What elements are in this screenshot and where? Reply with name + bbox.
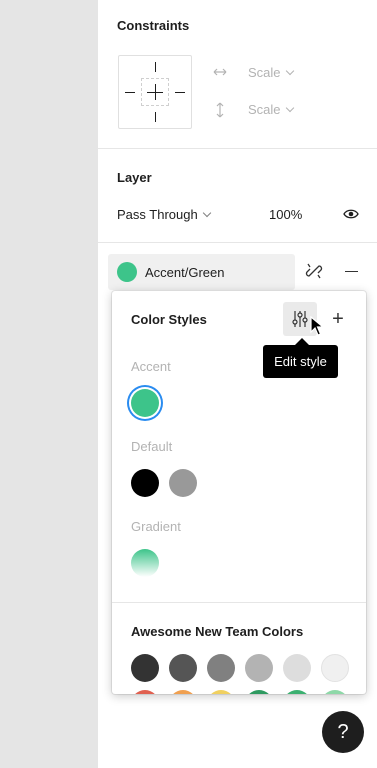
constraint-center-v[interactable]	[155, 84, 156, 100]
vertical-arrows-icon	[216, 102, 224, 118]
color-style-accent-green[interactable]	[131, 389, 159, 417]
divider	[98, 242, 377, 243]
sliders-icon	[292, 311, 308, 327]
horizontal-arrows-icon	[213, 68, 227, 76]
horizontal-constraint-select[interactable]: Scale	[248, 65, 294, 80]
group-label-accent: Accent	[131, 359, 171, 374]
constraint-top-handle[interactable]	[155, 62, 156, 72]
group-label-default: Default	[131, 439, 173, 454]
edit-style-tooltip: Edit style	[263, 345, 338, 378]
fill-style-row[interactable]: Accent/Green	[108, 254, 295, 290]
eye-icon[interactable]	[343, 208, 359, 220]
help-button[interactable]: ?	[322, 711, 364, 753]
detach-link-icon[interactable]	[305, 262, 323, 280]
chevron-down-icon	[285, 66, 294, 76]
color-style-black[interactable]	[131, 469, 159, 497]
group-label-gradient: Gradient	[131, 519, 181, 534]
vertical-constraint-value: Scale	[248, 102, 281, 117]
canvas-area[interactable]	[0, 0, 98, 768]
team-color-swatch[interactable]	[283, 690, 311, 694]
fill-style-name: Accent/Green	[145, 265, 225, 280]
fill-style-swatch	[117, 262, 137, 282]
team-color-swatch[interactable]	[169, 690, 197, 694]
team-color-swatch[interactable]	[131, 654, 159, 682]
team-color-swatch[interactable]	[283, 654, 311, 682]
mouse-cursor-icon	[310, 316, 324, 336]
team-color-swatch[interactable]	[169, 654, 197, 682]
team-color-swatch[interactable]	[207, 690, 235, 694]
team-color-swatch[interactable]	[245, 690, 273, 694]
team-color-swatch[interactable]	[321, 690, 349, 694]
blend-mode-select[interactable]: Pass Through	[117, 207, 211, 222]
constraints-title: Constraints	[117, 18, 190, 33]
color-styles-title: Color Styles	[131, 312, 207, 327]
team-library-title: Awesome New Team Colors	[131, 624, 304, 639]
blend-mode-value: Pass Through	[117, 207, 198, 222]
minus-icon[interactable]	[345, 271, 358, 273]
chevron-down-icon	[285, 103, 294, 113]
constraint-left-handle[interactable]	[125, 92, 135, 93]
vertical-constraint-select[interactable]: Scale	[248, 102, 294, 117]
tooltip-arrow	[295, 338, 309, 345]
constraints-widget[interactable]	[118, 55, 192, 129]
divider	[98, 148, 377, 149]
constraint-bottom-handle[interactable]	[155, 112, 156, 122]
horizontal-constraint-value: Scale	[248, 65, 281, 80]
opacity-input[interactable]: 100%	[269, 207, 302, 222]
constraint-right-handle[interactable]	[175, 92, 185, 93]
add-style-button[interactable]: +	[326, 305, 350, 333]
divider	[112, 602, 366, 603]
team-color-swatch[interactable]	[321, 654, 349, 682]
color-style-gradient[interactable]	[131, 549, 159, 577]
color-style-gray[interactable]	[169, 469, 197, 497]
team-color-swatch[interactable]	[131, 690, 159, 694]
chevron-down-icon	[202, 208, 211, 218]
team-color-swatch[interactable]	[207, 654, 235, 682]
layer-title: Layer	[117, 170, 152, 185]
team-color-swatch[interactable]	[245, 654, 273, 682]
